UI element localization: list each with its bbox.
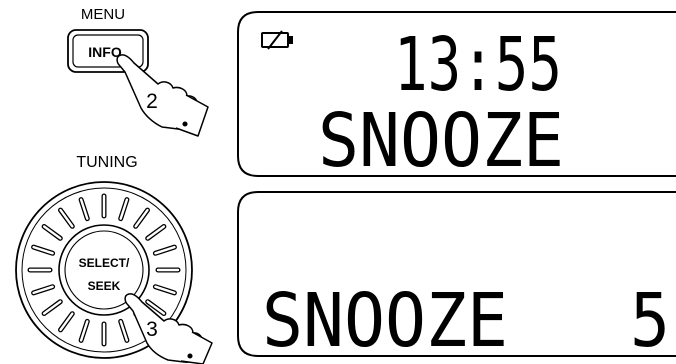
lcd-line-snooze: SNOOZE	[318, 98, 564, 184]
lcd-snooze-value: 5	[630, 278, 670, 364]
step-number-info: 2	[146, 90, 158, 113]
select-seek-line1: SELECT/	[79, 256, 130, 270]
select-seek-line2: SEEK	[88, 279, 121, 293]
menu-label: MENU	[81, 6, 125, 23]
step-number-select: 3	[146, 318, 158, 341]
pressing-hand-icon	[116, 54, 209, 137]
lcd-snooze-text: SNOOZE	[262, 278, 508, 364]
lcd-display-top: 13:55 SNOOZE	[237, 11, 676, 184]
tuning-label: TUNING	[76, 154, 137, 171]
lcd-time: 13:55	[394, 22, 562, 108]
lcd-display-bottom: SNOOZE 5	[237, 191, 676, 364]
